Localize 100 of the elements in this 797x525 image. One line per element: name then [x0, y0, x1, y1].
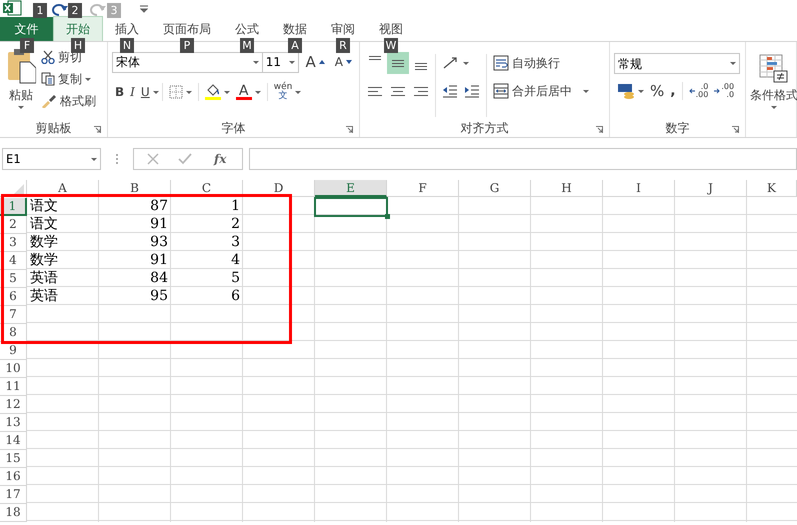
- row-header[interactable]: 18: [0, 504, 27, 522]
- format-painter-button[interactable]: 格式刷: [38, 90, 99, 112]
- caret-icon[interactable]: [18, 106, 24, 109]
- group-label: 对齐方式: [460, 120, 508, 137]
- key-tip: N: [120, 38, 134, 53]
- table-cell-text: 91: [149, 252, 169, 270]
- outdent-icon: [442, 84, 458, 98]
- caret-icon[interactable]: [254, 90, 261, 94]
- caret-icon[interactable]: [288, 60, 295, 64]
- ribbon-tab[interactable]: 公式: [223, 17, 271, 41]
- caret-icon[interactable]: [771, 106, 777, 109]
- key-tip: 1: [33, 3, 47, 18]
- table-cell-text: 5: [230, 270, 241, 288]
- dialog-launcher-icon[interactable]: [346, 126, 353, 133]
- font-size-dropdown[interactable]: 11: [262, 52, 299, 72]
- decrease-decimal-button[interactable]: .00 .0: [711, 80, 738, 102]
- caret-icon[interactable]: [463, 62, 469, 64]
- dialog-launcher-icon[interactable]: [596, 126, 603, 133]
- ribbon-tab[interactable]: 文件: [0, 17, 53, 41]
- align-lines-icon: [369, 56, 381, 60]
- active-cell[interactable]: [315, 198, 387, 216]
- row-header[interactable]: 10: [0, 360, 27, 378]
- column-header[interactable]: H: [531, 180, 603, 197]
- dialog-launcher-icon[interactable]: [732, 126, 739, 133]
- decrease-font-size-button[interactable]: A: [332, 51, 355, 73]
- scissors-icon: [41, 50, 55, 64]
- column-header[interactable]: J: [675, 180, 747, 197]
- customize-caret-icon[interactable]: [140, 5, 148, 13]
- caret-icon[interactable]: [186, 90, 192, 94]
- table-cell-text: 2: [230, 216, 241, 234]
- arrow-icon: [714, 88, 720, 94]
- ribbon-tab[interactable]: 开始: [53, 16, 103, 41]
- key-tip: W: [384, 38, 398, 53]
- ribbon-tab[interactable]: 审阅: [319, 17, 367, 41]
- redo-icon[interactable]: [50, 2, 68, 16]
- vertical-align-button[interactable]: [387, 52, 409, 74]
- fill-bucket-icon: [204, 84, 221, 100]
- ribbon-tab[interactable]: 插入: [103, 17, 151, 41]
- align-lines-icon: [391, 86, 405, 96]
- column-header[interactable]: G: [459, 180, 531, 197]
- caret-icon[interactable]: [638, 90, 644, 92]
- column-header[interactable]: I: [603, 180, 675, 197]
- phonetic-guide-button[interactable]: wén 文: [270, 81, 304, 103]
- wrap-text-button[interactable]: 自动换行: [490, 52, 592, 74]
- caret-icon[interactable]: [224, 90, 230, 94]
- column-header[interactable]: F: [387, 180, 459, 197]
- dialog-launcher-icon[interactable]: [94, 126, 101, 133]
- italic-button[interactable]: I: [127, 81, 138, 103]
- table-cell-text: 95: [149, 288, 169, 306]
- percent-button[interactable]: %: [647, 80, 668, 102]
- row-header[interactable]: 14: [0, 432, 27, 450]
- bold-button[interactable]: B: [112, 81, 128, 103]
- ribbon-tab[interactable]: 视图: [367, 17, 415, 41]
- ribbon-tab[interactable]: 数据: [271, 17, 319, 41]
- row-header[interactable]: 16: [0, 468, 27, 486]
- group-label: 字体: [222, 120, 246, 137]
- table-cell-text: 91: [149, 216, 169, 234]
- clipboard-icon: [6, 48, 36, 84]
- caret-icon[interactable]: [85, 78, 91, 80]
- font-name-dropdown[interactable]: 宋体: [112, 52, 263, 72]
- key-tip: R: [336, 38, 350, 53]
- name-box[interactable]: E1: [2, 148, 101, 170]
- increase-decimal-button[interactable]: .0 .00: [686, 80, 712, 102]
- row-header[interactable]: 13: [0, 414, 27, 432]
- table-cell-text: 数学: [29, 234, 59, 252]
- key-tip: A: [288, 38, 302, 53]
- key-tip: P: [180, 38, 194, 53]
- number-format-dropdown[interactable]: 常规: [614, 53, 740, 74]
- caret-icon[interactable]: [730, 62, 736, 65]
- font-color-button[interactable]: A: [232, 81, 264, 103]
- underline-button[interactable]: U: [138, 81, 153, 103]
- ribbon-tab[interactable]: 页面布局: [151, 17, 223, 41]
- align-lines-icon: [414, 86, 428, 96]
- merge-center-button[interactable]: 合并后居中: [490, 80, 592, 102]
- row-header[interactable]: 12: [0, 396, 27, 414]
- fill-handle[interactable]: [385, 214, 390, 219]
- column-header[interactable]: K: [747, 180, 797, 197]
- table-cell-text: 数学: [29, 252, 59, 270]
- table-cell-text: 4: [230, 252, 241, 270]
- copy-button[interactable]: 复制: [38, 68, 99, 90]
- table-cell-text: 英语: [29, 288, 59, 306]
- key-tip: M: [240, 38, 254, 53]
- caret-icon[interactable]: [295, 90, 302, 94]
- conditional-formatting-icon: [759, 54, 789, 84]
- insert-function-button[interactable]: fx: [211, 150, 230, 168]
- row-header[interactable]: 11: [0, 378, 27, 396]
- column-header[interactable]: E: [315, 180, 387, 197]
- caret-icon[interactable]: [152, 90, 159, 94]
- row-header[interactable]: 17: [0, 486, 27, 504]
- key-tip: 2: [68, 3, 82, 18]
- caret-icon[interactable]: [91, 158, 97, 160]
- formula-input[interactable]: [249, 148, 797, 170]
- increase-font-size-button[interactable]: A: [302, 51, 328, 73]
- comma-style-button[interactable]: ,: [667, 80, 679, 102]
- caret-icon[interactable]: [583, 90, 589, 92]
- align-lines-icon: [392, 60, 404, 66]
- key-tip: F: [20, 38, 34, 53]
- align-lines-icon: [415, 63, 427, 70]
- row-header[interactable]: 15: [0, 450, 27, 468]
- caret-icon[interactable]: [252, 60, 259, 64]
